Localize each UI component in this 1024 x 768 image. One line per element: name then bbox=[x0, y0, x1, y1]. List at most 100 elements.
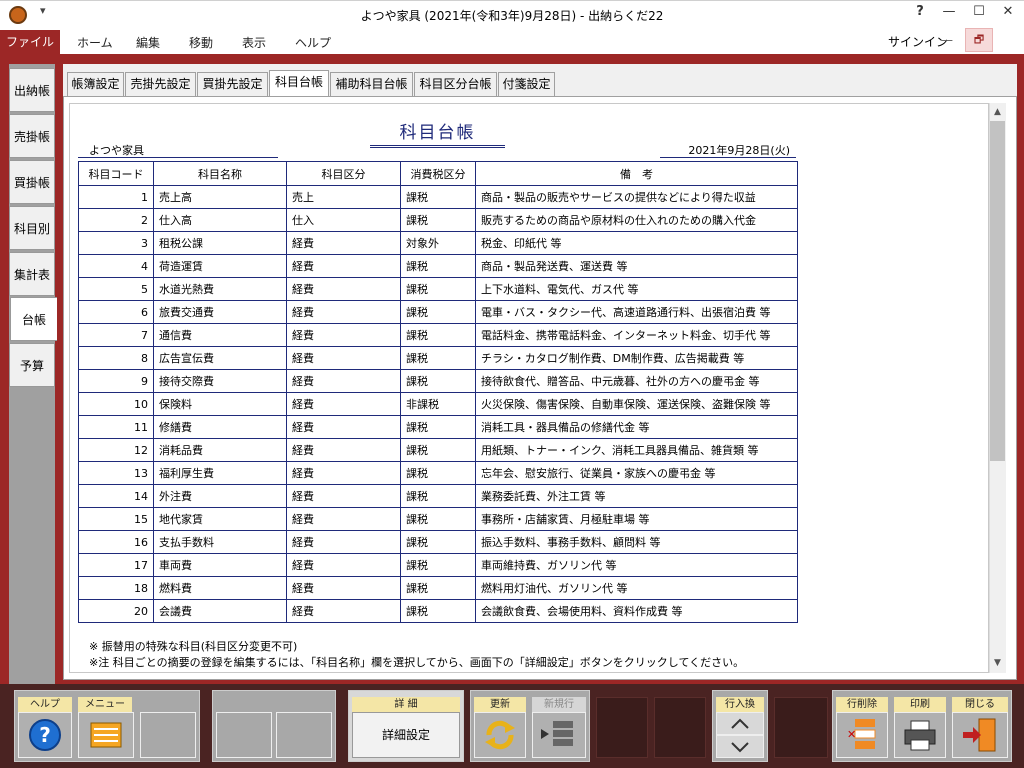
cell-name[interactable]: 会議費 bbox=[153, 599, 287, 623]
tab-account-category-ledger[interactable]: 科目区分台帳 bbox=[414, 72, 497, 96]
cell-name[interactable]: 通信費 bbox=[153, 323, 287, 347]
cell-code[interactable]: 4 bbox=[78, 254, 154, 278]
cell-remarks[interactable]: 火災保険、傷害保険、自動車保険、運送保険、盗難保険 等 bbox=[475, 392, 798, 416]
cell-tax[interactable]: 課税 bbox=[400, 438, 476, 462]
cell-code[interactable]: 18 bbox=[78, 576, 154, 600]
table-row[interactable]: 20 会議費 経費 課税 会議飲食費、会場使用料、資料作成費 等 bbox=[78, 599, 798, 623]
cell-name[interactable]: 福利厚生費 bbox=[153, 461, 287, 485]
cell-category[interactable]: 経費 bbox=[286, 599, 401, 623]
menu-edit[interactable]: 編集 bbox=[136, 34, 160, 51]
cell-name[interactable]: 旅費交通費 bbox=[153, 300, 287, 324]
new-line-button[interactable] bbox=[532, 712, 586, 758]
cell-tax[interactable]: 課税 bbox=[400, 553, 476, 577]
tab-account-ledger[interactable]: 科目台帳 bbox=[269, 70, 329, 97]
sidetab-payables[interactable]: 買掛帳 bbox=[9, 160, 55, 204]
maximize-button[interactable]: ☐ bbox=[965, 4, 993, 19]
cell-category[interactable]: 経費 bbox=[286, 438, 401, 462]
sidetab-by-account[interactable]: 科目別 bbox=[9, 206, 55, 250]
cell-code[interactable]: 10 bbox=[78, 392, 154, 416]
cell-remarks[interactable]: 用紙類、トナー・インク、消耗工具器具備品、雑貨類 等 bbox=[475, 438, 798, 462]
cell-remarks[interactable]: 電車・バス・タクシー代、高速道路通行料、出張宿泊費 等 bbox=[475, 300, 798, 324]
cell-name[interactable]: 修繕費 bbox=[153, 415, 287, 439]
table-row[interactable]: 11 修繕費 経費 課税 消耗工具・器具備品の修繕代金 等 bbox=[78, 415, 798, 439]
cell-tax[interactable]: 課税 bbox=[400, 530, 476, 554]
cell-category[interactable]: 経費 bbox=[286, 553, 401, 577]
table-row[interactable]: 3 租税公課 経費 対象外 税金、印紙代 等 bbox=[78, 231, 798, 255]
cell-code[interactable]: 11 bbox=[78, 415, 154, 439]
cell-code[interactable]: 20 bbox=[78, 599, 154, 623]
cell-tax[interactable]: 課税 bbox=[400, 599, 476, 623]
cell-code[interactable]: 12 bbox=[78, 438, 154, 462]
cell-name[interactable]: 仕入高 bbox=[153, 208, 287, 232]
cell-code[interactable]: 13 bbox=[78, 461, 154, 485]
table-row[interactable]: 13 福利厚生費 経費 課税 忘年会、慰安旅行、従業員・家族への慶弔金 等 bbox=[78, 461, 798, 485]
menu-view[interactable]: 表示 bbox=[242, 34, 266, 51]
cell-code[interactable]: 9 bbox=[78, 369, 154, 393]
file-menu[interactable]: ファイル bbox=[0, 30, 60, 54]
cell-name[interactable]: 車両費 bbox=[153, 553, 287, 577]
cell-name[interactable]: 外注費 bbox=[153, 484, 287, 508]
tab-book-settings[interactable]: 帳簿設定 bbox=[67, 72, 124, 96]
cell-name[interactable]: 燃料費 bbox=[153, 576, 287, 600]
detail-settings-button[interactable]: 詳細設定 bbox=[352, 712, 460, 758]
tab-sticky-settings[interactable]: 付箋設定 bbox=[498, 72, 555, 96]
cell-remarks[interactable]: 消耗工具・器具備品の修繕代金 等 bbox=[475, 415, 798, 439]
cell-name[interactable]: 接待交際費 bbox=[153, 369, 287, 393]
cell-category[interactable]: 経費 bbox=[286, 254, 401, 278]
table-row[interactable]: 12 消耗品費 経費 課税 用紙類、トナー・インク、消耗工具器具備品、雑貨類 等 bbox=[78, 438, 798, 462]
cell-remarks[interactable]: 燃料用灯油代、ガソリン代 等 bbox=[475, 576, 798, 600]
cell-remarks[interactable]: 電話料金、携帯電話料金、インターネット料金、切手代 等 bbox=[475, 323, 798, 347]
cell-name[interactable]: 水道光熱費 bbox=[153, 277, 287, 301]
close-window-button[interactable]: ✕ bbox=[994, 4, 1022, 19]
cell-remarks[interactable]: 販売するための商品や原材料の仕入れのための購入代金 bbox=[475, 208, 798, 232]
cell-category[interactable]: 経費 bbox=[286, 576, 401, 600]
cell-remarks[interactable]: 業務委託費、外注工賃 等 bbox=[475, 484, 798, 508]
print-button[interactable] bbox=[894, 712, 946, 758]
cell-code[interactable]: 6 bbox=[78, 300, 154, 324]
cell-tax[interactable]: 課税 bbox=[400, 507, 476, 531]
help-button[interactable]: ? bbox=[18, 712, 72, 758]
signin-link[interactable]: サインイン bbox=[888, 33, 948, 50]
scroll-up-icon[interactable]: ▲ bbox=[989, 104, 1006, 121]
menu-move[interactable]: 移動 bbox=[189, 34, 213, 51]
cell-tax[interactable]: 課税 bbox=[400, 484, 476, 508]
cell-tax[interactable]: 課税 bbox=[400, 185, 476, 209]
cell-remarks[interactable]: 上下水道料、電気代、ガス代 等 bbox=[475, 277, 798, 301]
sidetab-ledger[interactable]: 台帳 bbox=[10, 297, 57, 341]
cell-name[interactable]: 広告宣伝費 bbox=[153, 346, 287, 370]
cell-tax[interactable]: 非課税 bbox=[400, 392, 476, 416]
cell-category[interactable]: 経費 bbox=[286, 392, 401, 416]
ribbon-minimize-icon[interactable]: — bbox=[941, 33, 953, 47]
cell-tax[interactable]: 課税 bbox=[400, 208, 476, 232]
table-row[interactable]: 14 外注費 経費 課税 業務委託費、外注工賃 等 bbox=[78, 484, 798, 508]
cell-code[interactable]: 2 bbox=[78, 208, 154, 232]
tab-payable-settings[interactable]: 買掛先設定 bbox=[197, 72, 268, 96]
table-row[interactable]: 17 車両費 経費 課税 車両維持費、ガソリン代 等 bbox=[78, 553, 798, 577]
cell-category[interactable]: 売上 bbox=[286, 185, 401, 209]
cell-tax[interactable]: 対象外 bbox=[400, 231, 476, 255]
cell-tax[interactable]: 課税 bbox=[400, 277, 476, 301]
cell-remarks[interactable]: 商品・製品発送費、運送費 等 bbox=[475, 254, 798, 278]
cell-tax[interactable]: 課税 bbox=[400, 576, 476, 600]
table-row[interactable]: 10 保険料 経費 非課税 火災保険、傷害保険、自動車保険、運送保険、盗難保険 等 bbox=[78, 392, 798, 416]
cell-category[interactable]: 経費 bbox=[286, 415, 401, 439]
cell-tax[interactable]: 課税 bbox=[400, 300, 476, 324]
cell-category[interactable]: 経費 bbox=[286, 277, 401, 301]
cell-code[interactable]: 7 bbox=[78, 323, 154, 347]
table-row[interactable]: 6 旅費交通費 経費 課税 電車・バス・タクシー代、高速道路通行料、出張宿泊費 等 bbox=[78, 300, 798, 324]
cell-code[interactable]: 3 bbox=[78, 231, 154, 255]
cell-category[interactable]: 経費 bbox=[286, 300, 401, 324]
help-icon[interactable]: ? bbox=[906, 4, 934, 19]
scrollbar-thumb[interactable] bbox=[990, 121, 1005, 461]
cell-code[interactable]: 17 bbox=[78, 553, 154, 577]
table-row[interactable]: 18 燃料費 経費 課税 燃料用灯油代、ガソリン代 等 bbox=[78, 576, 798, 600]
table-row[interactable]: 16 支払手数料 経費 課税 振込手数料、事務手数料、顧問料 等 bbox=[78, 530, 798, 554]
cell-name[interactable]: 保険料 bbox=[153, 392, 287, 416]
cell-name[interactable]: 支払手数料 bbox=[153, 530, 287, 554]
cell-tax[interactable]: 課税 bbox=[400, 346, 476, 370]
menu-button[interactable] bbox=[78, 712, 134, 758]
cell-code[interactable]: 8 bbox=[78, 346, 154, 370]
row-swap-down-button[interactable] bbox=[716, 735, 764, 758]
cell-tax[interactable]: 課税 bbox=[400, 369, 476, 393]
cell-code[interactable]: 16 bbox=[78, 530, 154, 554]
